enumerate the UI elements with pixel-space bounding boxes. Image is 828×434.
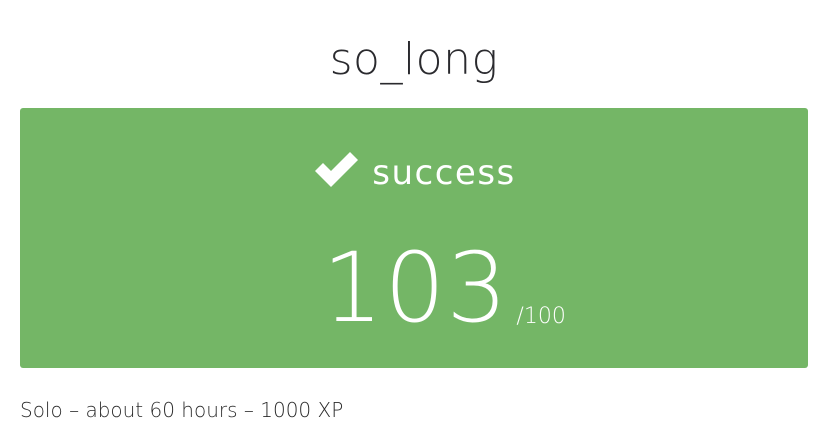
score-value: 103	[322, 232, 509, 344]
status-row: success	[20, 148, 808, 198]
result-card: success 103 /100	[20, 108, 808, 368]
project-result-page: so_long success 103 /100 Solo – about 60…	[0, 0, 828, 434]
check-icon	[315, 152, 359, 187]
project-title: so_long	[329, 34, 499, 85]
score-row: 103 /100	[20, 228, 808, 338]
status-text: success	[372, 153, 516, 193]
project-meta: Solo – about 60 hours – 1000 XP	[20, 398, 344, 422]
score-max: /100	[516, 304, 566, 329]
